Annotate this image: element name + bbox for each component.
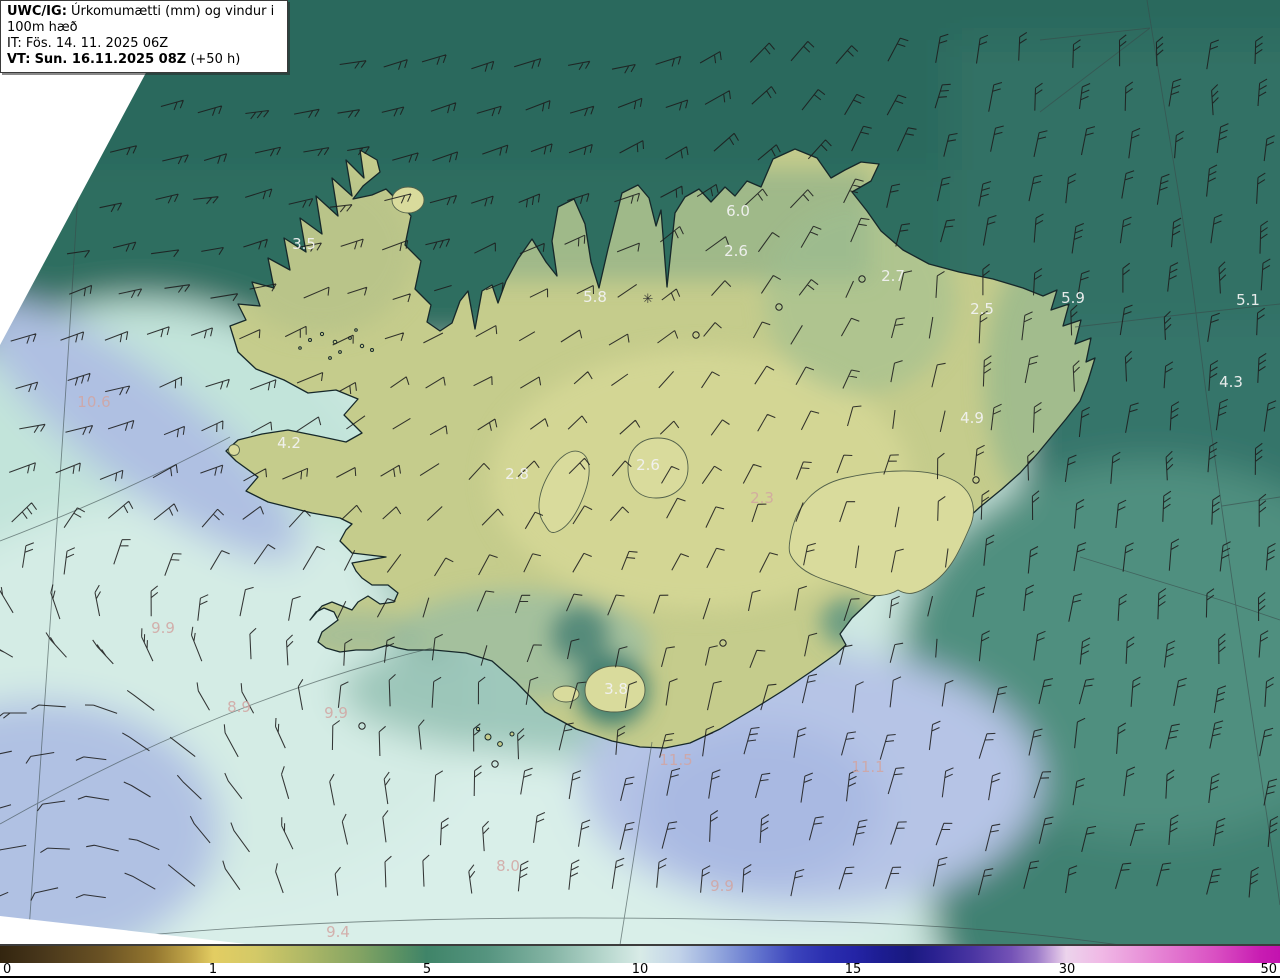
precip-value-label: 2.6 (636, 456, 660, 474)
snowflake-icon: ✳ (643, 292, 654, 307)
precip-value-label: 4.3 (1219, 373, 1243, 391)
map-canvas: ✳ 3.5 6.0 2.6 5.8 2.7 2.5 5.9 5.1 4.3 10.6 4.2 4.9 2… (0, 0, 1280, 945)
colorbar-tick-labels: 0 1 5 10 15 30 50 (0, 962, 1280, 977)
colorbar-tick-30: 30 (1058, 962, 1076, 977)
precip-value-label: 2.7 (881, 267, 905, 285)
precip-value-label: 4.9 (960, 409, 984, 427)
precip-value-label: 3.8 (604, 680, 628, 698)
title-line-product: UWC/IG: Úrkomumætti (mm) og vindur i 100… (7, 4, 281, 36)
lead-time: (+50 h) (190, 52, 241, 67)
precip-value-label: 2.3 (750, 489, 774, 507)
title-box: UWC/IG: Úrkomumætti (mm) og vindur i 100… (0, 0, 288, 73)
glacier-snaefellsjokull (228, 444, 240, 456)
precip-value-label: 2.8 (505, 465, 529, 483)
precip-value-label: 9.4 (326, 923, 350, 941)
precip-value-label: 5.9 (1061, 289, 1085, 307)
precip-value-label: 8.9 (227, 698, 251, 716)
precip-value-label: 10.6 (77, 393, 110, 411)
colorbar-tick-50: 50 (1260, 962, 1277, 977)
model-id: UWC/IG: (7, 4, 67, 19)
precip-value-label: 9.9 (324, 704, 348, 722)
precip-value-label: 2.6 (724, 242, 748, 260)
colorbar-tick-5: 5 (422, 962, 432, 977)
colorbar-gradient (0, 946, 1280, 963)
precip-value-label: 6.0 (726, 202, 750, 220)
precip-value-label: 5.8 (583, 288, 607, 306)
precip-value-label: 4.2 (277, 434, 301, 452)
precip-value-label: 5.1 (1236, 291, 1260, 309)
precip-value-label: 8.0 (496, 857, 520, 875)
colorbar-tick-15: 15 (844, 962, 862, 977)
precip-value-label: 9.9 (151, 619, 175, 637)
precip-value-label: 3.5 (292, 235, 316, 253)
colorbar-tick-0: 0 (3, 962, 12, 977)
precip-value-label: 11.1 (851, 758, 884, 776)
glacier-eyjafjallajokull (552, 685, 580, 703)
precip-value-label: 11.5 (659, 751, 692, 769)
init-time: IT: Fös. 14. 11. 2025 06Z (7, 36, 169, 51)
weather-chart-page: ✳ 3.5 6.0 2.6 5.8 2.7 2.5 5.9 5.1 4.3 10.6 4.2 4.9 2… (0, 0, 1280, 978)
valid-time-line: VT: Sun. 16.11.2025 08Z (+50 h) (7, 52, 281, 68)
precip-value-label: 2.5 (970, 300, 994, 318)
colorbar-tick-10: 10 (631, 962, 649, 977)
valid-label: VT: (7, 52, 31, 67)
valid-time: Sun. 16.11.2025 08Z (34, 52, 187, 67)
colorbar-tick-1: 1 (208, 962, 218, 977)
precip-value-label: 9.9 (710, 877, 734, 895)
